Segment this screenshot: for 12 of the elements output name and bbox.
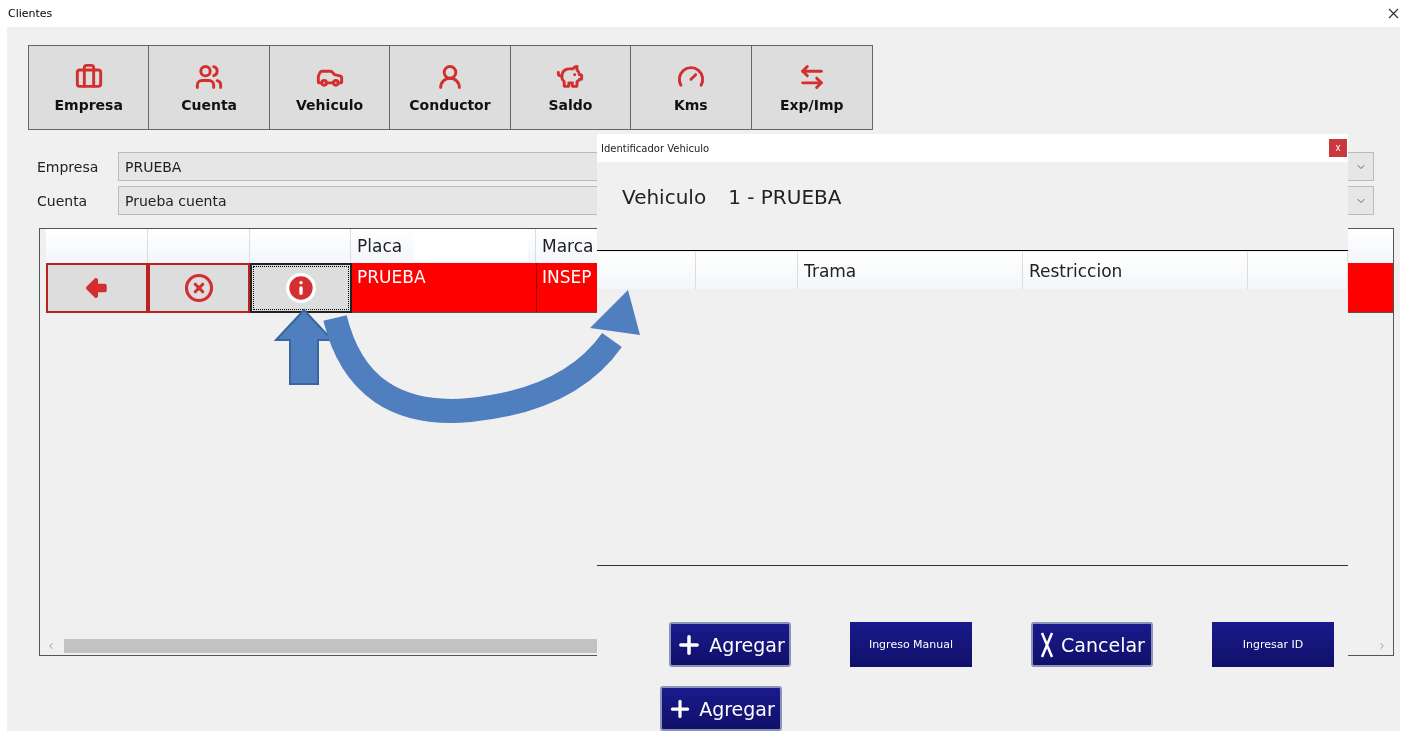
column-header: Restriccion: [1029, 260, 1123, 281]
vehicle-value: 1 - PRUEBA: [728, 185, 842, 211]
table-cell: PRUEBA: [357, 267, 426, 287]
window-title: Clientes: [8, 7, 53, 20]
column-header: Marca: [542, 236, 594, 256]
field-label: Empresa: [37, 158, 100, 175]
column-header: Placa: [357, 236, 403, 256]
table-cell: INSEP: [542, 267, 592, 287]
vehicle-label: Vehiculo: [622, 185, 707, 211]
field-label: Cuenta: [37, 192, 89, 209]
dialog-title: Identificador Vehiculo: [601, 142, 710, 154]
column-header: Trama: [804, 260, 857, 281]
